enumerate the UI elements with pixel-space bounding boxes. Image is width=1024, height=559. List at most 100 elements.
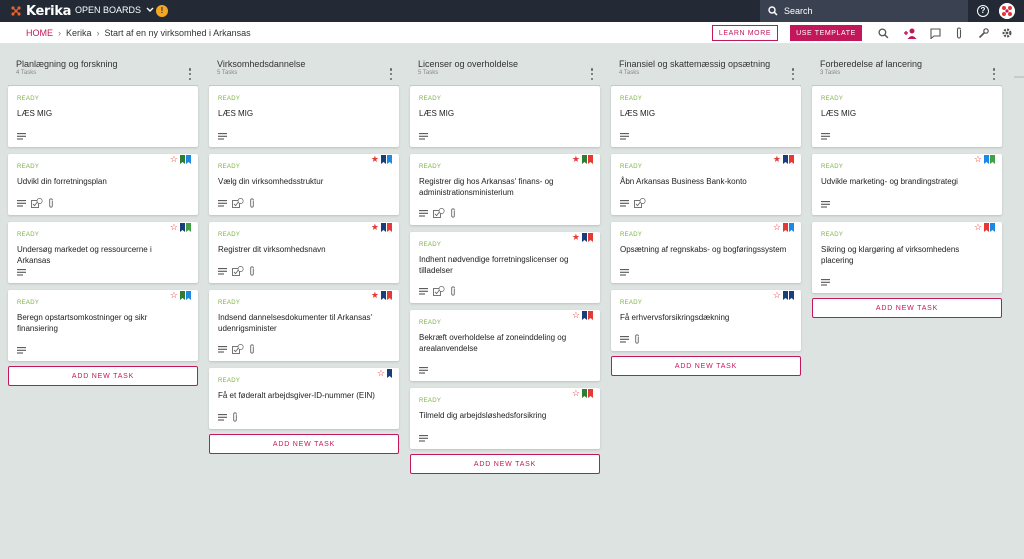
task-status: READY (419, 320, 442, 326)
task-card[interactable]: READY Registrer dig hos Arkansas' finans-… (410, 154, 600, 225)
star-filled-icon[interactable]: ★ (371, 155, 379, 164)
task-indicators (620, 269, 629, 276)
star-filled-icon[interactable]: ★ (572, 233, 580, 242)
description-icon (620, 269, 629, 276)
task-card[interactable]: READY Indsend dannelsesdokumenter til Ark… (209, 290, 399, 361)
task-status: READY (218, 232, 241, 238)
learn-more-button[interactable]: LEARN MORE (712, 25, 778, 41)
add-person-button[interactable] (903, 26, 917, 40)
star-filled-icon[interactable]: ★ (371, 291, 379, 300)
task-indicators (821, 133, 830, 140)
column-menu-icon[interactable] (389, 68, 393, 80)
bookmark-icon (588, 389, 593, 398)
settings-button[interactable] (1000, 26, 1014, 40)
breadcrumb-org[interactable]: Kerika (66, 28, 92, 38)
star-outline-icon[interactable]: ☆ (170, 155, 178, 164)
star-outline-icon[interactable]: ☆ (572, 311, 580, 320)
task-card[interactable]: READY Beregn opstartsomkostninger og sikr… (8, 290, 198, 361)
task-card[interactable]: READY Få erhvervsforsikringsdækning ☆ (611, 290, 801, 351)
task-card[interactable]: READY Undersøg markedet og ressourcerne i… (8, 222, 198, 283)
add-new-task-button[interactable]: ADD NEW TASK (812, 298, 1002, 318)
bookmark-icon (789, 155, 794, 164)
help-icon[interactable]: ? (977, 5, 989, 17)
paperclip-icon (49, 198, 53, 208)
breadcrumb-home[interactable]: HOME (26, 28, 53, 38)
kerika-logo[interactable]: Kerika (10, 3, 71, 19)
task-card[interactable]: READY Opsætning af regnskabs- og bogførin… (611, 222, 801, 283)
add-new-task-button[interactable]: ADD NEW TASK (611, 356, 801, 376)
add-new-task-button[interactable]: ADD NEW TASK (8, 366, 198, 386)
task-card[interactable]: READY Sikring og klargøring af virksomhed… (812, 222, 1002, 293)
task-status: READY (419, 96, 442, 102)
column-header: Licenser og overholdelse 5 Tasks (410, 59, 600, 87)
column-header: Planlægning og forskning 4 Tasks (8, 59, 198, 87)
attachments-button[interactable] (952, 26, 966, 40)
column-title[interactable]: Forberedelse af lancering (820, 59, 1002, 69)
task-card[interactable]: READY Åbn Arkansas Business Bank-konto ★ (611, 154, 801, 215)
task-status: READY (620, 96, 643, 102)
column-title[interactable]: Licenser og overholdelse (418, 59, 600, 69)
task-card[interactable]: READY Udvikl din forretningsplan ☆ (8, 154, 198, 215)
search-input[interactable]: Search (760, 0, 968, 22)
search-board-button[interactable] (876, 26, 890, 40)
task-flags: ☆ (974, 155, 995, 164)
column-title[interactable]: Virksomhedsdannelse (217, 59, 399, 69)
column-menu-icon[interactable] (791, 68, 795, 80)
star-filled-icon[interactable]: ★ (572, 155, 580, 164)
task-title: Undersøg markedet og ressourcerne i Arka… (17, 245, 152, 265)
task-card[interactable]: READY Registrer dit virksomhedsnavn ★ (209, 222, 399, 283)
task-card[interactable]: READY Indhent nødvendige forretningslicen… (410, 232, 600, 303)
task-card[interactable]: READY LÆS MIG (611, 86, 801, 147)
star-filled-icon[interactable]: ★ (773, 155, 781, 164)
column: Virksomhedsdannelse 5 Tasks READY LÆS MIG RE… (209, 50, 399, 454)
task-flags: ☆ (773, 223, 794, 232)
star-outline-icon[interactable]: ☆ (170, 291, 178, 300)
bookmark-icon (582, 389, 587, 398)
column-title[interactable]: Planlægning og forskning (16, 59, 198, 69)
task-card[interactable]: READY Vælg din virksomhedsstruktur ★ (209, 154, 399, 215)
task-title: Tilmeld dig arbejdsløshedsforsikring (419, 411, 547, 420)
search-icon (768, 6, 778, 16)
chat-button[interactable] (928, 26, 942, 40)
description-icon (419, 209, 428, 217)
task-card[interactable]: READY LÆS MIG (410, 86, 600, 147)
description-icon (17, 269, 26, 276)
chevron-down-icon (146, 7, 154, 12)
star-outline-icon[interactable]: ☆ (170, 223, 178, 232)
task-card[interactable]: READY Få et føderalt arbejdsgiver-ID-numm… (209, 368, 399, 429)
column-menu-icon[interactable] (188, 68, 192, 80)
star-outline-icon[interactable]: ☆ (974, 155, 982, 164)
add-new-task-button[interactable]: ADD NEW TASK (209, 434, 399, 454)
star-outline-icon[interactable]: ☆ (773, 223, 781, 232)
star-outline-icon[interactable]: ☆ (974, 223, 982, 232)
app-name: Kerika (26, 3, 72, 19)
task-card[interactable]: READY LÆS MIG (812, 86, 1002, 147)
description-icon (419, 367, 428, 374)
tools-button[interactable] (976, 26, 990, 40)
description-icon (17, 133, 26, 140)
avatar[interactable] (999, 3, 1015, 19)
column-task-count: 4 Tasks (619, 70, 640, 76)
add-new-task-button[interactable]: ADD NEW TASK (410, 454, 600, 474)
task-indicators (821, 201, 830, 208)
task-card[interactable]: READY Bekræft overholdelse af zoneinddeli… (410, 310, 600, 381)
star-outline-icon[interactable]: ☆ (377, 369, 385, 378)
column-header: Finansiel og skattemæssig opsætning 4 Tas… (611, 59, 801, 87)
task-title: Udvikle marketing- og brandingstrategi (821, 177, 958, 186)
star-filled-icon[interactable]: ★ (371, 223, 379, 232)
task-card[interactable]: READY Tilmeld dig arbejdsløshedsforsikrin… (410, 388, 600, 449)
star-outline-icon[interactable]: ☆ (572, 389, 580, 398)
task-card[interactable]: READY LÆS MIG (8, 86, 198, 147)
open-boards-menu[interactable]: OPEN BOARDS (75, 5, 154, 15)
bookmark-icon (186, 155, 191, 164)
column-menu-icon[interactable] (992, 68, 996, 80)
task-status: READY (218, 164, 241, 170)
column-title[interactable]: Finansiel og skattemæssig opsætning (619, 59, 801, 69)
star-outline-icon[interactable]: ☆ (773, 291, 781, 300)
task-card[interactable]: READY Udvikle marketing- og brandingstrat… (812, 154, 1002, 215)
task-indicators (419, 133, 428, 140)
notification-badge[interactable]: ! (156, 5, 168, 17)
task-card[interactable]: READY LÆS MIG (209, 86, 399, 147)
use-template-button[interactable]: USE TEMPLATE (790, 25, 862, 41)
column-menu-icon[interactable] (590, 68, 594, 80)
